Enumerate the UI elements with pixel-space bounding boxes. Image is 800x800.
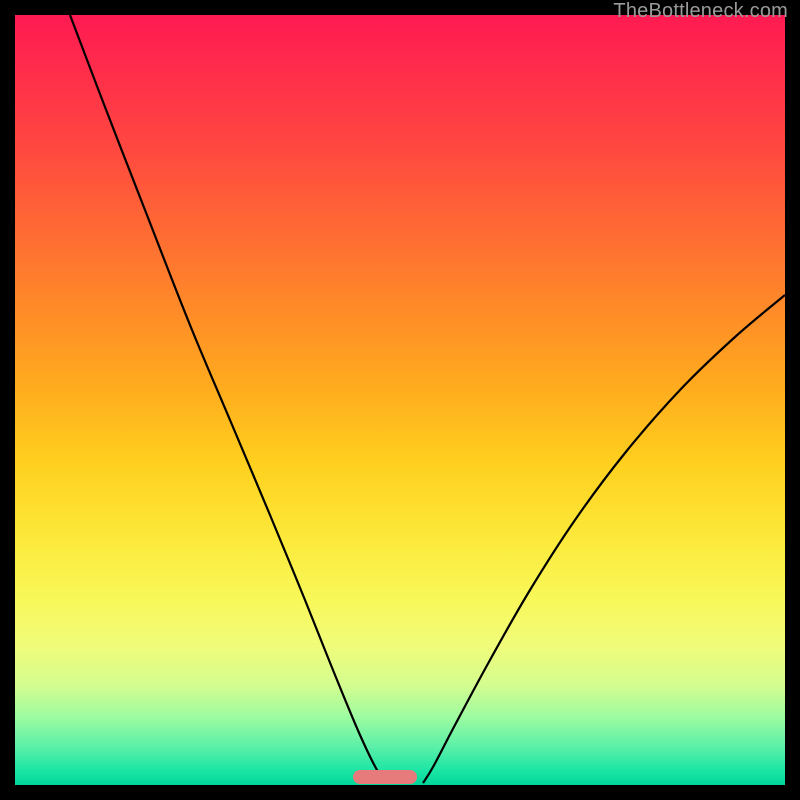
watermark-text: TheBottleneck.com	[613, 0, 788, 23]
curve-left	[70, 15, 387, 783]
curve-right	[423, 295, 785, 783]
plot-area	[15, 15, 785, 785]
chart-container: TheBottleneck.com	[0, 0, 800, 800]
curve-svg	[15, 15, 785, 785]
bottleneck-marker	[353, 770, 417, 784]
